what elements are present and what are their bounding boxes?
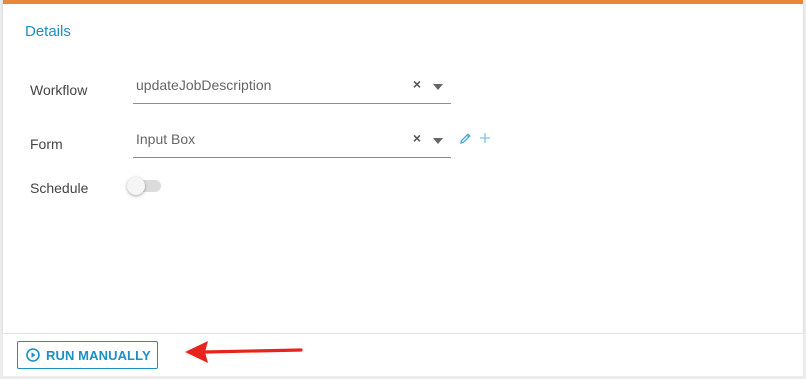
details-panel: Details Workflow updateJobDescription × … [3,0,803,333]
run-manually-label: RUN MANUALLY [46,348,151,363]
play-circle-icon [26,348,40,367]
workflow-select[interactable]: updateJobDescription × [133,74,451,104]
pencil-icon[interactable] [459,132,472,150]
red-arrow-annotation [183,339,303,370]
form-select[interactable]: Input Box × [133,128,451,158]
schedule-label: Schedule [30,180,89,196]
details-title: Details [25,23,71,40]
workflow-chevron-down-icon[interactable] [433,84,443,90]
form-chevron-down-icon[interactable] [433,138,443,144]
workflow-select-value: updateJobDescription [136,77,272,93]
form-label: Form [30,136,63,152]
form-clear-icon[interactable]: × [413,130,421,146]
workflow-clear-icon[interactable]: × [413,76,421,92]
footer-bar: RUN MANUALLY [3,333,803,376]
run-manually-button[interactable]: RUN MANUALLY [17,341,158,369]
workflow-label: Workflow [30,82,88,98]
toggle-knob [127,177,145,195]
form-select-value: Input Box [136,131,196,147]
plus-icon[interactable] [479,131,491,149]
schedule-toggle[interactable] [127,177,163,195]
